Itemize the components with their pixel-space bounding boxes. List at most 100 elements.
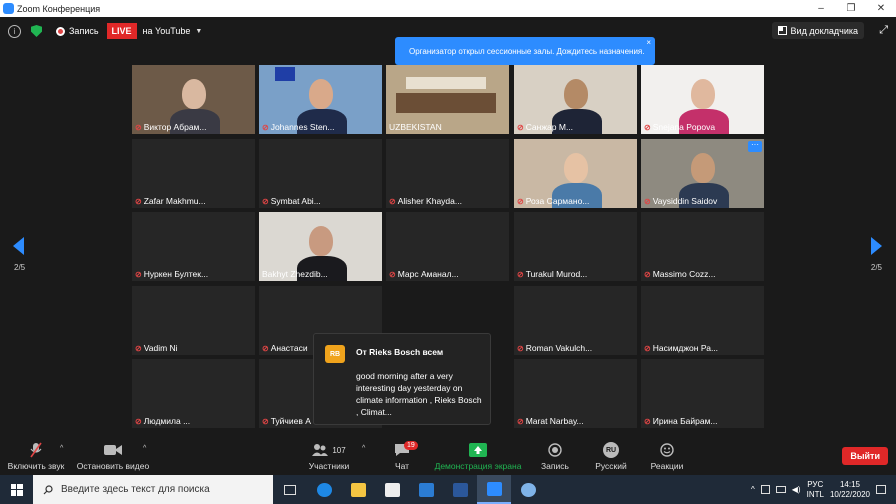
tray-chevron-icon[interactable]: ^ bbox=[751, 485, 755, 494]
participant-tile[interactable]: ⊘ Turakul Murod... bbox=[514, 212, 637, 281]
mic-muted-icon: ⊘ bbox=[644, 269, 651, 279]
edge-browser-icon[interactable] bbox=[307, 475, 341, 504]
view-grid-icon bbox=[777, 26, 787, 35]
participant-name-label: UZBEKISTAN bbox=[389, 122, 442, 132]
task-view-icon[interactable] bbox=[273, 475, 307, 504]
meeting-info-icon[interactable]: i bbox=[8, 24, 21, 38]
audio-options-icon[interactable]: ^ bbox=[60, 445, 63, 452]
participants-options-icon[interactable]: ^ bbox=[362, 445, 365, 452]
stop-video-button[interactable]: Остановить видео bbox=[76, 437, 150, 475]
interpretation-button[interactable]: RU Русский bbox=[592, 437, 630, 475]
lang-bottom: INTL bbox=[806, 489, 824, 499]
participant-tile[interactable]: Bakhyt Zhezdib... bbox=[259, 212, 382, 281]
record-icon bbox=[545, 442, 565, 458]
mic-muted-icon: ⊘ bbox=[135, 416, 142, 426]
reactions-button[interactable]: Реакции bbox=[648, 437, 686, 475]
chat-message: good morning after a very interesting da… bbox=[356, 371, 482, 417]
participants-button[interactable]: 107 Участники bbox=[306, 437, 352, 475]
participant-tile[interactable]: ⊘ Насимджон Ра... bbox=[641, 286, 764, 355]
paint-icon[interactable] bbox=[511, 475, 545, 504]
participant-name-label: ⊘ Насимджон Ра... bbox=[644, 343, 718, 353]
participant-name-label: ⊘ Нуркен Бултек... bbox=[135, 269, 208, 279]
fullscreen-icon[interactable]: ⤢ bbox=[879, 24, 888, 37]
participant-name-label: ⊘ Vadim Ni bbox=[135, 343, 178, 353]
security-shield-icon[interactable] bbox=[31, 25, 42, 37]
stream-dropdown-icon[interactable]: ▼ bbox=[195, 28, 202, 35]
participant-tile[interactable]: ⊘ Johannes Sten... bbox=[259, 65, 382, 134]
participant-tile[interactable]: ··· ⊘ Vaysiddin Saidov bbox=[641, 139, 764, 208]
mic-muted-icon bbox=[26, 442, 46, 458]
prev-page-icon[interactable] bbox=[13, 237, 24, 255]
mic-muted-icon: ⊘ bbox=[262, 416, 269, 426]
participant-tile[interactable]: ⊘ Marat Narbay... bbox=[514, 359, 637, 428]
participant-tile[interactable]: ⊘ Роза Сармано... bbox=[514, 139, 637, 208]
live-badge[interactable]: LIVE bbox=[106, 23, 137, 39]
network-icon[interactable] bbox=[775, 486, 786, 493]
zoom-taskbar-icon[interactable] bbox=[477, 475, 511, 504]
participant-name-label: ⊘ Санжар М... bbox=[517, 122, 573, 132]
participant-name: Zafar Makhmu... bbox=[143, 196, 206, 206]
tile-more-options-icon[interactable]: ··· bbox=[748, 141, 762, 152]
speaker-view-button[interactable]: Вид докладчика bbox=[771, 22, 864, 39]
notification-close-icon[interactable]: × bbox=[646, 38, 651, 47]
participant-tile[interactable]: ⊘ Нуркен Бултек... bbox=[132, 212, 255, 281]
participant-tile[interactable]: ⊘ Vadim Ni bbox=[132, 286, 255, 355]
chat-preview-popup[interactable]: RB От Rieks Bosch всем good morning afte… bbox=[313, 333, 491, 425]
participant-name: Johannes Sten... bbox=[270, 122, 335, 132]
mic-muted-icon: ⊘ bbox=[135, 122, 142, 132]
breakout-notification: Организатор открыл сессионные залы. Дожд… bbox=[395, 37, 655, 65]
participant-tile[interactable]: ⊘ Людмила ... bbox=[132, 359, 255, 428]
notifications-icon[interactable] bbox=[876, 485, 886, 494]
leave-button[interactable]: Выйти bbox=[842, 447, 888, 465]
restore-button[interactable]: ❐ bbox=[836, 3, 866, 14]
participant-name-label: ⊘ Ирина Байрам... bbox=[644, 416, 718, 426]
next-page-icon[interactable] bbox=[871, 237, 882, 255]
close-window-button[interactable]: ✕ bbox=[866, 3, 896, 14]
participant-name: Анастаси bbox=[270, 343, 308, 353]
participant-name-label: ⊘ Snejana Popova bbox=[644, 122, 715, 132]
camera-icon bbox=[103, 442, 123, 458]
participant-name: Turakul Murod... bbox=[525, 269, 588, 279]
participant-name: Нуркен Бултек... bbox=[143, 269, 209, 279]
participant-name-label: ⊘ Виктор Абрам... bbox=[135, 122, 206, 132]
volume-icon[interactable]: ◀) bbox=[792, 485, 801, 494]
chat-sender: От Rieks Bosch всем bbox=[356, 347, 444, 357]
participant-tile[interactable]: ⊘ Massimo Cozz... bbox=[641, 212, 764, 281]
mail-icon[interactable] bbox=[409, 475, 443, 504]
participant-tile[interactable]: ⊘ Марс Аманал... bbox=[386, 212, 509, 281]
participant-name: Марс Аманал... bbox=[397, 269, 459, 279]
tray-app-icon[interactable] bbox=[760, 485, 770, 494]
participant-name: Marat Narbay... bbox=[525, 416, 584, 426]
participant-name-label: ⊘ Marat Narbay... bbox=[517, 416, 584, 426]
zoom-logo-icon bbox=[3, 3, 14, 14]
participant-tile[interactable]: ⊘ Виктор Абрам... bbox=[132, 65, 255, 134]
share-screen-button[interactable]: Демонстрация экрана bbox=[434, 437, 522, 475]
word-icon[interactable] bbox=[443, 475, 477, 504]
participant-tile[interactable]: ⊘ Snejana Popova bbox=[641, 65, 764, 134]
stream-target-label[interactable]: на YouTube bbox=[143, 26, 191, 36]
file-explorer-icon[interactable] bbox=[341, 475, 375, 504]
participant-tile[interactable]: ⊘ Alisher Khayda... bbox=[386, 139, 509, 208]
participant-tile[interactable]: ⊘ Санжар М... bbox=[514, 65, 637, 134]
participant-tile[interactable]: ⊘ Roman Vakulch... bbox=[514, 286, 637, 355]
input-language[interactable]: РУС INTL bbox=[807, 480, 824, 500]
video-options-icon[interactable]: ^ bbox=[143, 445, 146, 452]
chat-label: Чат bbox=[394, 461, 410, 471]
search-icon bbox=[43, 484, 53, 494]
participant-tile[interactable]: UZBEKISTAN bbox=[386, 65, 509, 134]
store-icon[interactable] bbox=[375, 475, 409, 504]
unmute-button[interactable]: Включить звук bbox=[6, 437, 66, 475]
participant-tile[interactable]: ⊘ Ирина Байрам... bbox=[641, 359, 764, 428]
taskbar-search-placeholder: Введите здесь текст для поиска bbox=[61, 484, 210, 495]
minimize-button[interactable]: – bbox=[806, 3, 836, 14]
participant-name: Bakhyt Zhezdib... bbox=[262, 269, 328, 279]
taskbar-clock[interactable]: 14:15 10/22/2020 bbox=[830, 480, 870, 500]
taskbar-search[interactable]: Введите здесь текст для поиска bbox=[33, 475, 273, 504]
participant-tile[interactable]: ⊘ Zafar Makhmu... bbox=[132, 139, 255, 208]
recording-label[interactable]: Запись bbox=[69, 26, 99, 36]
participant-tile[interactable]: ⊘ Symbat Abi... bbox=[259, 139, 382, 208]
record-button[interactable]: Запись bbox=[538, 437, 572, 475]
participant-name-label: ⊘ Roman Vakulch... bbox=[517, 343, 592, 353]
mic-muted-icon: ⊘ bbox=[389, 196, 396, 206]
start-button[interactable] bbox=[0, 475, 33, 504]
